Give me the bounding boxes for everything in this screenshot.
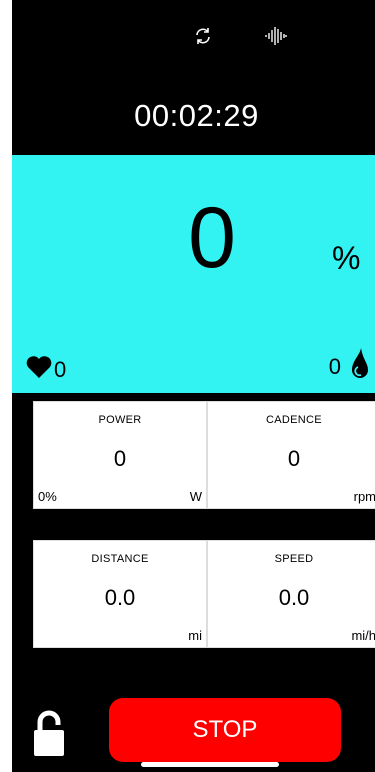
main-metric-panel[interactable]: 0 % 0 0 xyxy=(12,155,375,393)
home-indicator xyxy=(141,762,279,767)
power-percent: 0% xyxy=(38,489,57,504)
stop-button[interactable]: STOP xyxy=(109,698,341,762)
heart-rate: 0 xyxy=(26,355,66,384)
distance-title: DISTANCE xyxy=(91,553,149,565)
speed-card[interactable]: SPEED 0.0 mi/h xyxy=(207,540,375,648)
cadence-title: CADENCE xyxy=(266,414,322,426)
unlock-icon[interactable] xyxy=(32,709,66,762)
distance-unit: mi xyxy=(188,628,202,643)
elapsed-timer: 00:02:29 xyxy=(134,98,259,133)
speed-value: 0.0 xyxy=(278,585,310,610)
power-unit: W xyxy=(189,489,202,504)
sync-icon[interactable] xyxy=(189,22,217,50)
main-metric-value: 0 xyxy=(188,190,236,286)
heart-rate-value: 0 xyxy=(54,356,67,382)
power-title: POWER xyxy=(98,414,142,426)
cadence-card[interactable]: CADENCE 0 rpm xyxy=(207,401,375,509)
top-bar: 00:02:29 xyxy=(12,0,375,155)
power-value: 0 xyxy=(113,446,127,471)
speed-unit: mi/h xyxy=(351,628,375,643)
main-metric-unit: % xyxy=(332,240,361,276)
sweat-indicator: 0 xyxy=(329,347,369,386)
audio-wave-icon[interactable] xyxy=(262,22,290,50)
drop-icon xyxy=(349,347,369,386)
sweat-value: 0 xyxy=(328,353,341,379)
cadence-unit: rpm xyxy=(353,489,375,504)
heart-icon xyxy=(26,355,52,384)
distance-card[interactable]: DISTANCE 0.0 mi xyxy=(33,540,207,648)
speed-title: SPEED xyxy=(274,553,314,565)
cadence-value: 0 xyxy=(287,446,301,471)
distance-value: 0.0 xyxy=(104,585,136,610)
workout-screen: 00:02:29 0 % 0 0 POWER 0 0% W CADENCE 0 xyxy=(12,0,375,772)
power-card[interactable]: POWER 0 0% W xyxy=(33,401,207,509)
